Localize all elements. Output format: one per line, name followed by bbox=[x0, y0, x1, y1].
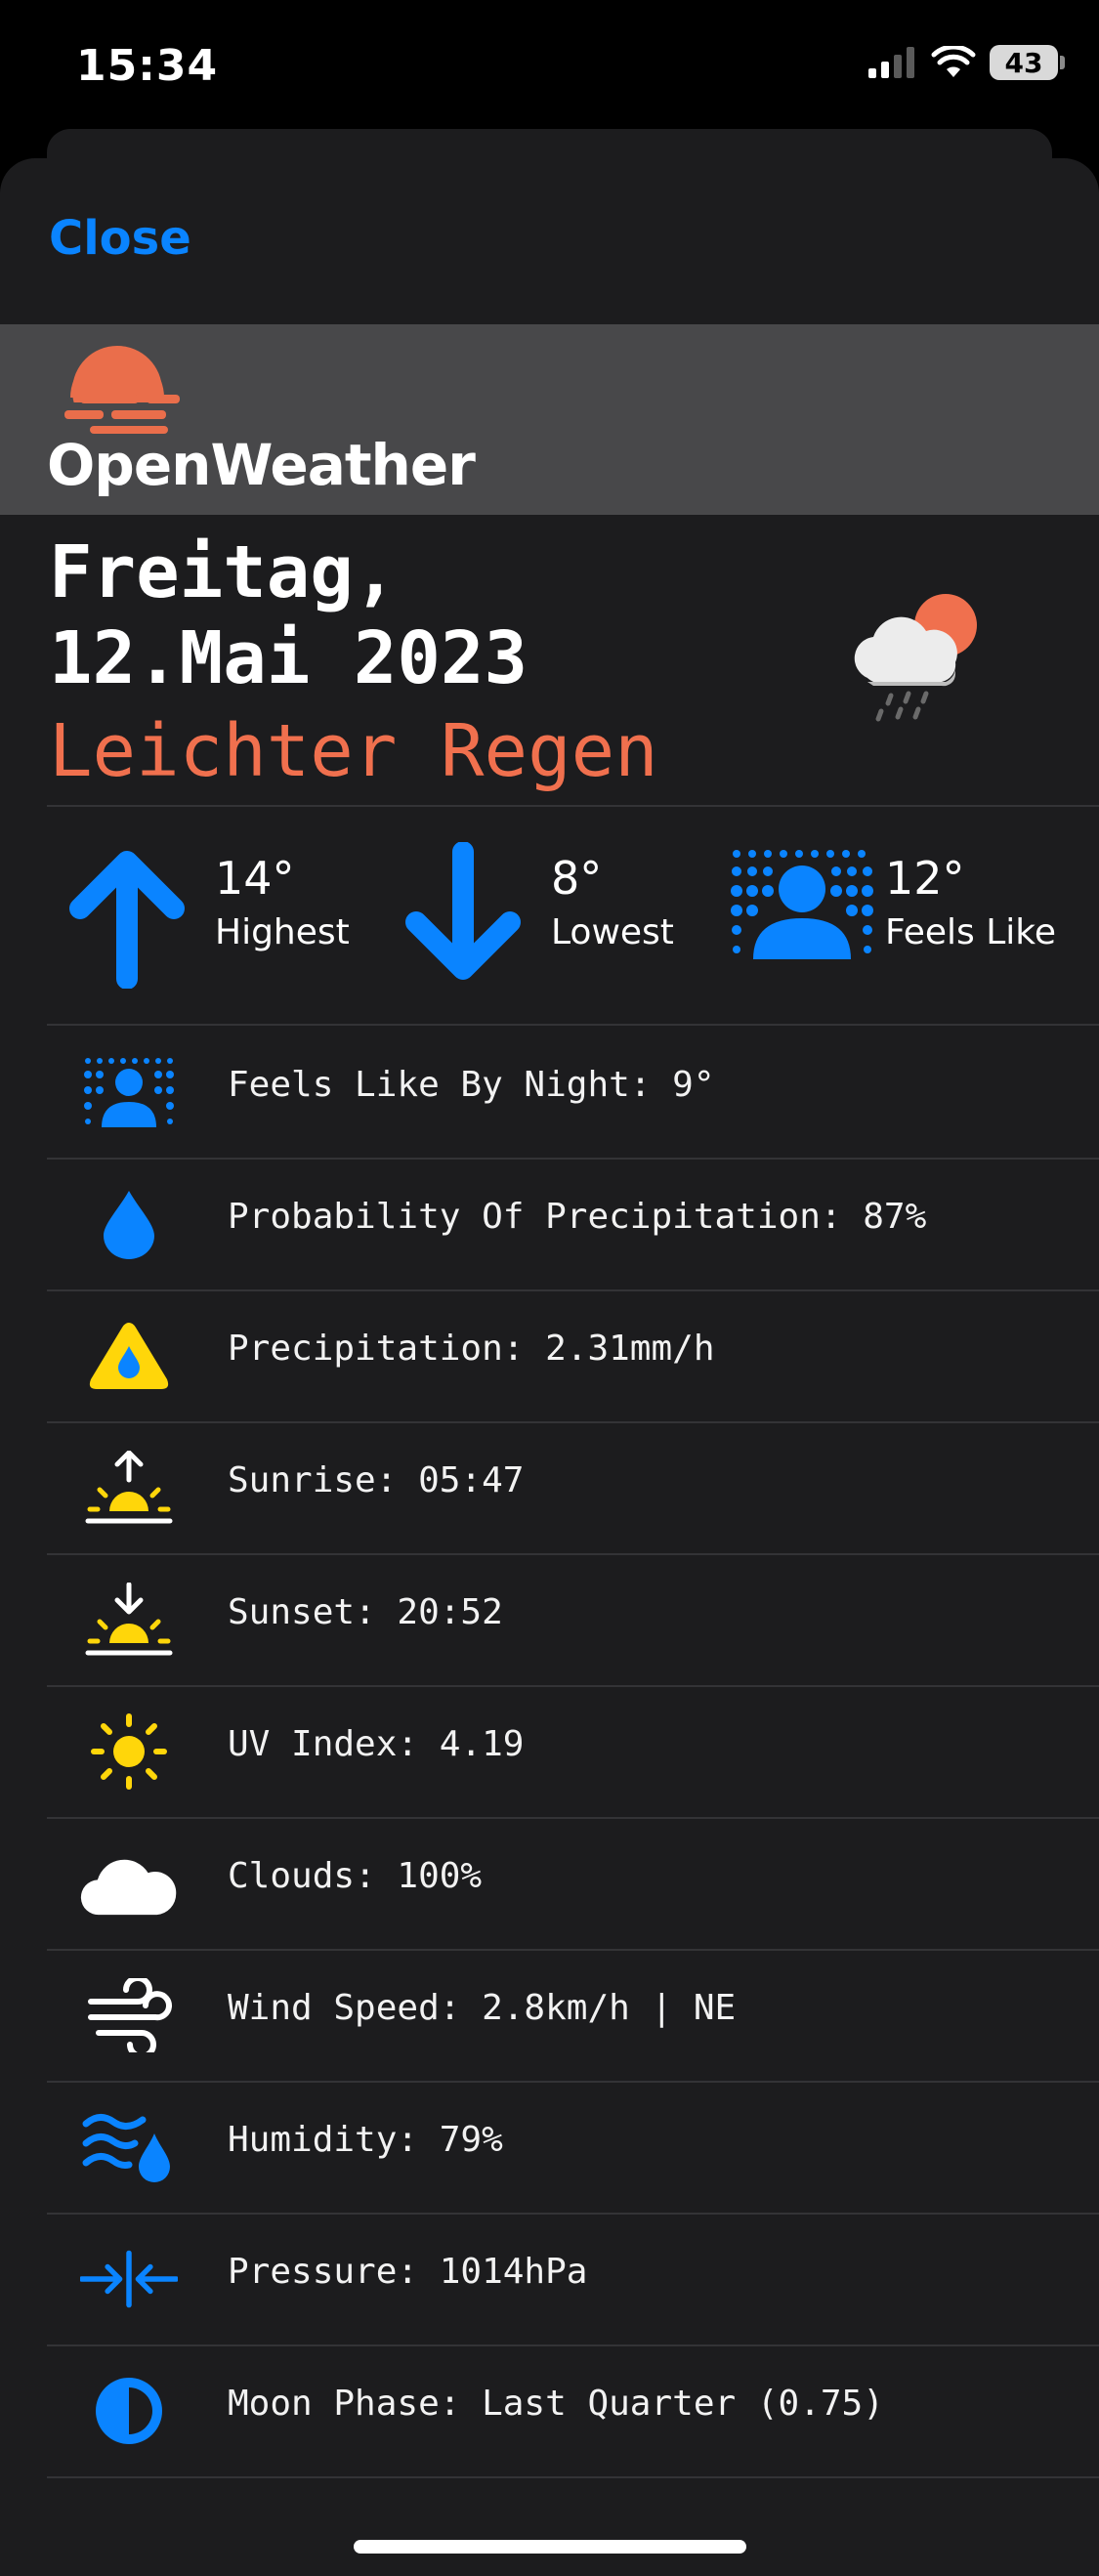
detail-text: Humidity: 79% bbox=[228, 2120, 503, 2160]
feels-like-person-icon bbox=[731, 850, 873, 959]
wind-icon bbox=[88, 1978, 172, 2052]
stat-lowest-value: 8° bbox=[551, 852, 603, 905]
detail-row-sunrise: Sunrise: 05:47 bbox=[47, 1421, 1099, 1555]
detail-row-uv-index: UV Index: 4.19 bbox=[47, 1685, 1099, 1819]
wifi-icon bbox=[931, 46, 976, 77]
divider bbox=[47, 805, 1099, 807]
forecast-condition: Leichter Regen bbox=[49, 709, 658, 793]
detail-row-clouds: Clouds: 100% bbox=[47, 1817, 1099, 1951]
detail-text: Probability Of Precipitation: 87% bbox=[228, 1197, 927, 1237]
arrow-up-icon bbox=[69, 851, 185, 989]
detail-text: Clouds: 100% bbox=[228, 1856, 483, 1896]
detail-text: Moon Phase: Last Quarter (0.75) bbox=[228, 2384, 884, 2424]
signal-icon bbox=[868, 47, 914, 78]
detail-row-humidity: Humidity: 79% bbox=[47, 2081, 1099, 2215]
home-indicator[interactable] bbox=[354, 2540, 746, 2554]
stat-lowest-label: Lowest bbox=[551, 912, 674, 952]
humidity-icon bbox=[82, 2114, 170, 2182]
stat-highest-value: 14° bbox=[215, 852, 295, 905]
brand-banner: OpenWeather bbox=[0, 324, 1099, 515]
openweather-logo-icon bbox=[61, 346, 188, 434]
sunset-icon bbox=[85, 1583, 173, 1656]
detail-text: Pressure: 1014hPa bbox=[228, 2252, 588, 2292]
cloud-rain-sun-icon bbox=[854, 594, 977, 722]
person-dots-icon bbox=[84, 1058, 174, 1127]
sun-icon bbox=[91, 1713, 167, 1790]
detail-text: Sunrise: 05:47 bbox=[228, 1460, 525, 1500]
status-time: 15:34 bbox=[76, 41, 219, 91]
brand-name: OpenWeather bbox=[47, 432, 476, 498]
sunrise-icon bbox=[85, 1451, 173, 1524]
forecast-day: Freitag, bbox=[49, 530, 398, 614]
forecast-full-date: 12.Mai 2023 bbox=[49, 616, 528, 700]
forecast-date: Freitag, 12.Mai 2023 bbox=[49, 529, 528, 701]
temperature-summary: 14° Highest 8° Lowest 12° Feels Like bbox=[0, 823, 1099, 1018]
status-icons: 43 bbox=[868, 45, 1065, 80]
warning-drop-icon bbox=[89, 1323, 169, 1389]
detail-text: UV Index: 4.19 bbox=[228, 1724, 525, 1764]
detail-text: Feels Like By Night: 9° bbox=[228, 1065, 715, 1105]
detail-row-pressure: Pressure: 1014hPa bbox=[47, 2213, 1099, 2346]
stat-feels-like-value: 12° bbox=[885, 852, 965, 905]
detail-row-feels-like-night: Feels Like By Night: 9° bbox=[47, 1026, 1099, 1160]
detail-row-precip-probability: Probability Of Precipitation: 87% bbox=[47, 1158, 1099, 1291]
close-button[interactable]: Close bbox=[49, 211, 191, 266]
drop-icon bbox=[104, 1191, 154, 1259]
arrow-down-icon bbox=[405, 842, 521, 980]
stat-highest-label: Highest bbox=[215, 912, 350, 952]
detail-row-sunset: Sunset: 20:52 bbox=[47, 1553, 1099, 1687]
stat-feels-like-label: Feels Like bbox=[885, 912, 1057, 952]
weather-detail-sheet: Close OpenWeather Freitag, 12.Mai 2023 L… bbox=[0, 158, 1099, 2576]
status-bar: 15:34 43 bbox=[0, 0, 1099, 137]
detail-text: Precipitation: 2.31mm/h bbox=[228, 1329, 715, 1369]
battery-indicator: 43 bbox=[990, 45, 1065, 80]
pressure-icon bbox=[80, 2250, 178, 2308]
detail-text: Sunset: 20:52 bbox=[228, 1592, 503, 1632]
cloud-icon bbox=[80, 1859, 177, 1916]
detail-row-wind-speed: Wind Speed: 2.8km/h | NE bbox=[47, 1949, 1099, 2083]
detail-text: Wind Speed: 2.8km/h | NE bbox=[228, 1988, 737, 2028]
detail-row-moon-phase: Moon Phase: Last Quarter (0.75) bbox=[47, 2344, 1099, 2478]
moon-phase-icon bbox=[96, 2378, 162, 2444]
detail-row-precipitation: Precipitation: 2.31mm/h bbox=[47, 1289, 1099, 1423]
